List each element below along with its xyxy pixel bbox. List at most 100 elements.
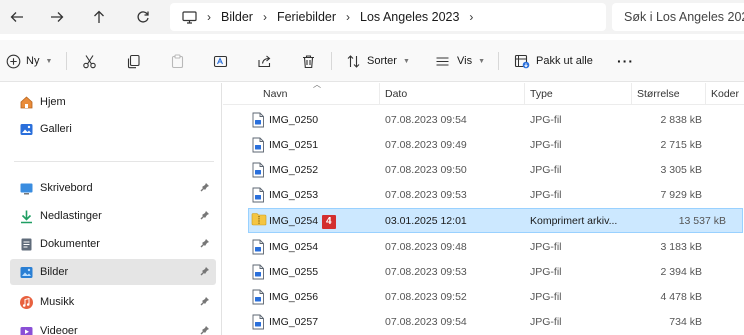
image-file-icon bbox=[251, 239, 265, 258]
search-placeholder: Søk i Los Angeles 2023 bbox=[624, 10, 744, 24]
sidebar-item-bilder[interactable]: Bilder bbox=[10, 259, 216, 285]
column-divider[interactable] bbox=[379, 83, 380, 105]
trash-icon bbox=[303, 54, 314, 68]
file-name: IMG_0256 bbox=[269, 291, 318, 303]
table-row[interactable]: IMG_0255 07.08.2023 09:53 JPG-fil 2 394 kB bbox=[223, 260, 744, 285]
column-divider[interactable] bbox=[705, 83, 706, 105]
address-bar[interactable]: › Bilder › Feriebilder › Los Angeles 202… bbox=[170, 3, 606, 31]
extract-archive-icon bbox=[514, 54, 530, 68]
sidebar-item-galleri[interactable]: Galleri bbox=[10, 116, 216, 142]
refresh-button[interactable] bbox=[132, 6, 154, 28]
file-list: ︿ Navn Dato Type Størrelse Koder IMG_025… bbox=[223, 80, 744, 335]
forward-button[interactable] bbox=[46, 6, 68, 28]
sidebar-item-skrivebord[interactable]: Skrivebord bbox=[10, 175, 216, 201]
delete-button[interactable] bbox=[301, 50, 316, 72]
pin-icon[interactable] bbox=[200, 325, 210, 335]
chevron-right-icon: › bbox=[207, 10, 211, 24]
paste-button[interactable] bbox=[170, 50, 185, 72]
file-name: IMG_0255 bbox=[269, 266, 318, 278]
sidebar-item-hjem[interactable]: Hjem bbox=[10, 89, 216, 115]
pin-icon[interactable] bbox=[200, 210, 210, 223]
new-button[interactable]: Ny ▼ bbox=[6, 50, 52, 72]
column-header-size[interactable]: Størrelse bbox=[637, 88, 680, 100]
chevron-right-icon[interactable]: › bbox=[469, 10, 473, 24]
sidebar-item-label: Skrivebord bbox=[40, 182, 93, 194]
music-icon bbox=[18, 294, 34, 310]
up-button[interactable] bbox=[88, 6, 110, 28]
column-header-type[interactable]: Type bbox=[530, 88, 553, 100]
file-name-text: IMG_0256 bbox=[269, 291, 319, 303]
table-row[interactable]: IMG_0253 07.08.2023 09:53 JPG-fil 7 929 kB bbox=[223, 183, 744, 208]
breadcrumb-los-angeles[interactable]: Los Angeles 2023 bbox=[360, 10, 459, 24]
file-date: 03.01.2025 12:01 bbox=[385, 215, 467, 227]
file-date: 07.08.2023 09:52 bbox=[385, 291, 467, 303]
home-icon bbox=[18, 94, 34, 110]
sidebar-item-dokumenter[interactable]: Dokumenter bbox=[10, 231, 216, 257]
divider bbox=[14, 161, 214, 162]
sidebar-item-videoer[interactable]: Videoer bbox=[10, 318, 216, 335]
sidebar-item-label: Nedlastinger bbox=[40, 210, 102, 222]
view-label: Vis bbox=[457, 55, 473, 67]
copy-icon bbox=[127, 54, 140, 68]
column-header-name[interactable]: Navn bbox=[263, 88, 288, 100]
step-badge: 4 bbox=[322, 215, 336, 229]
pin-icon[interactable] bbox=[200, 296, 210, 309]
table-row[interactable]: IMG_0252 07.08.2023 09:50 JPG-fil 3 305 kB bbox=[223, 158, 744, 183]
view-button[interactable]: Vis ▼ bbox=[435, 50, 485, 72]
breadcrumb-feriebilder[interactable]: Feriebilder bbox=[277, 10, 336, 24]
rename-button[interactable] bbox=[213, 50, 228, 72]
file-size: 2 394 kB bbox=[660, 266, 702, 278]
cut-button[interactable] bbox=[82, 50, 97, 72]
file-name: IMG_0250 bbox=[269, 114, 318, 126]
file-date: 07.08.2023 09:48 bbox=[385, 241, 467, 253]
extract-all-button[interactable]: Pakk ut alle bbox=[514, 50, 593, 72]
back-button[interactable] bbox=[6, 6, 28, 28]
search-input[interactable]: Søk i Los Angeles 2023 bbox=[612, 3, 744, 31]
gallery-icon bbox=[18, 121, 34, 137]
image-file-icon bbox=[251, 314, 265, 333]
column-header-tags[interactable]: Koder bbox=[711, 88, 739, 100]
file-date: 07.08.2023 09:49 bbox=[385, 139, 467, 151]
share-button[interactable] bbox=[257, 50, 272, 72]
sidebar-item-label: Hjem bbox=[40, 96, 66, 108]
table-row[interactable]: IMG_0256 07.08.2023 09:52 JPG-fil 4 478 kB bbox=[223, 285, 744, 310]
pin-icon[interactable] bbox=[200, 182, 210, 195]
pictures-icon bbox=[18, 264, 34, 280]
pin-icon[interactable] bbox=[200, 238, 210, 251]
divider bbox=[66, 52, 67, 70]
column-header-date[interactable]: Dato bbox=[385, 88, 407, 100]
breadcrumb-bilder[interactable]: Bilder bbox=[221, 10, 253, 24]
column-divider[interactable] bbox=[631, 83, 632, 105]
table-row[interactable]: IMG_0254 07.08.2023 09:48 JPG-fil 3 183 kB bbox=[223, 235, 744, 260]
pin-icon[interactable] bbox=[200, 266, 210, 279]
file-date: 07.08.2023 09:53 bbox=[385, 266, 467, 278]
chevron-right-icon[interactable]: › bbox=[263, 10, 267, 24]
column-header-row: ︿ Navn Dato Type Størrelse Koder bbox=[223, 80, 744, 105]
chevron-down-icon: ▼ bbox=[402, 57, 410, 65]
sort-button[interactable]: Sorter ▼ bbox=[346, 50, 410, 72]
file-type: JPG-fil bbox=[530, 316, 562, 328]
file-size: 734 kB bbox=[669, 316, 702, 328]
chevron-right-icon[interactable]: › bbox=[346, 10, 350, 24]
table-row[interactable]: IMG_0254 4 03.01.2025 12:01 Komprimert arki… bbox=[248, 208, 743, 233]
table-row[interactable]: IMG_0250 07.08.2023 09:54 JPG-fil 2 838 kB bbox=[223, 108, 744, 133]
file-name-text: IMG_0255 bbox=[269, 266, 319, 278]
file-type: JPG-fil bbox=[530, 139, 562, 151]
file-name: IMG_0253 bbox=[269, 189, 318, 201]
zip-folder-icon bbox=[251, 212, 267, 229]
file-name: IMG_0254 bbox=[269, 241, 318, 253]
file-size: 2 715 kB bbox=[660, 139, 702, 151]
table-row[interactable]: IMG_0257 07.08.2023 09:54 JPG-fil 734 kB bbox=[223, 310, 744, 335]
file-size: 4 478 kB bbox=[660, 291, 702, 303]
copy-button[interactable] bbox=[126, 50, 141, 72]
table-row[interactable]: IMG_0251 07.08.2023 09:49 JPG-fil 2 715 kB bbox=[223, 133, 744, 158]
column-divider[interactable] bbox=[524, 83, 525, 105]
download-icon bbox=[18, 208, 34, 224]
sidebar-item-nedlastinger[interactable]: Nedlastinger bbox=[10, 203, 216, 229]
sidebar-item-musikk[interactable]: Musikk bbox=[10, 289, 216, 315]
view-lines-icon bbox=[436, 56, 449, 66]
file-name: IMG_0257 bbox=[269, 316, 318, 328]
more-button[interactable]: ··· bbox=[617, 50, 634, 72]
file-type: JPG-fil bbox=[530, 266, 562, 278]
file-date: 07.08.2023 09:50 bbox=[385, 164, 467, 176]
